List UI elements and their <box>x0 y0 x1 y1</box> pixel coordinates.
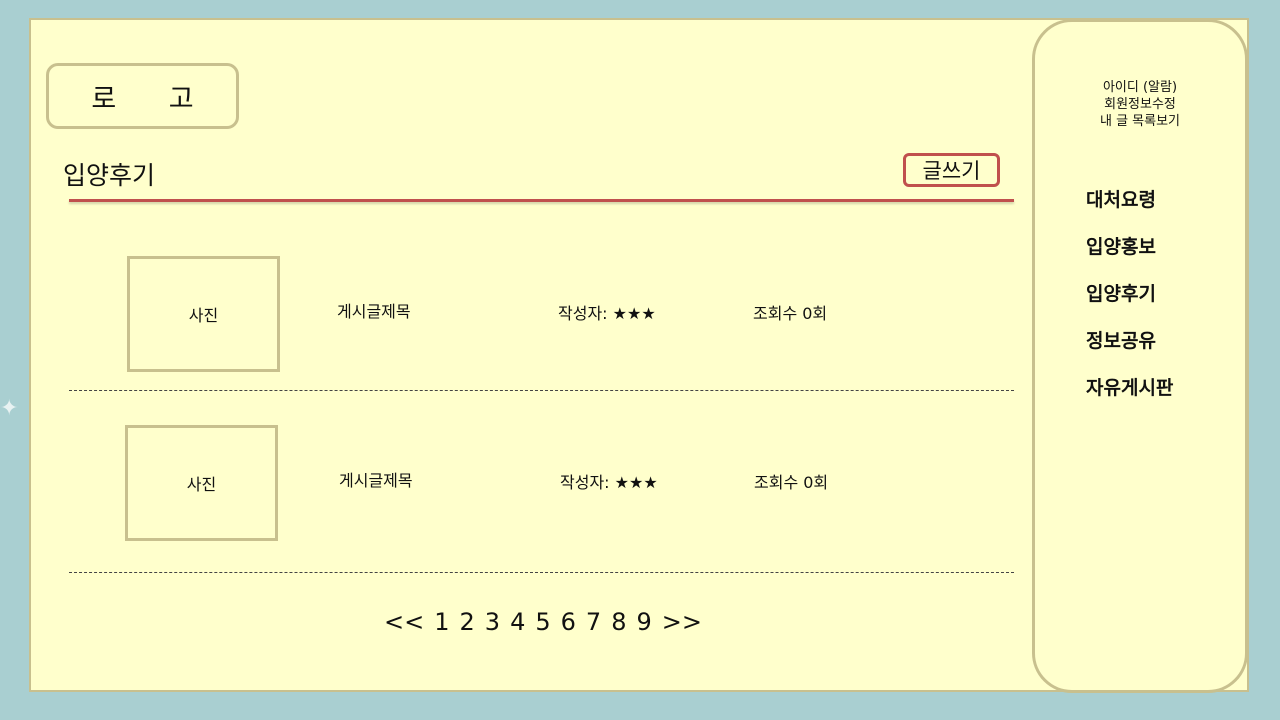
sidebar-item-free-board[interactable]: 자유게시판 <box>1086 373 1173 420</box>
sidebar-item-info-sharing[interactable]: 정보공유 <box>1086 326 1173 373</box>
page-link-8[interactable]: 8 <box>611 608 626 636</box>
row-divider <box>69 390 1014 391</box>
user-id-alarm-link[interactable]: 아이디 (알람) <box>1035 79 1245 96</box>
page-link-2[interactable]: 2 <box>460 608 475 636</box>
page-link-3[interactable]: 3 <box>485 608 500 636</box>
post-author: 작성자: ★★★ <box>560 473 658 492</box>
pagination: << 1 2 3 4 5 6 7 8 9 >> <box>384 608 702 636</box>
page-link-5[interactable]: 5 <box>535 608 550 636</box>
page-link-9[interactable]: 9 <box>636 608 651 636</box>
post-photo[interactable]: 사진 <box>127 256 280 372</box>
post-photo[interactable]: 사진 <box>125 425 278 541</box>
user-menu: 아이디 (알람) 회원정보수정 내 글 목록보기 <box>1035 79 1245 130</box>
post-views: 조회수 0회 <box>753 304 828 323</box>
post-list-item[interactable]: 사진 게시글제목 작성자: ★★★ 조회수 0회 <box>69 410 1014 560</box>
write-post-button[interactable]: 글쓰기 <box>903 153 1000 187</box>
row-divider <box>69 572 1014 573</box>
page-link-7[interactable]: 7 <box>586 608 601 636</box>
next-page-link[interactable]: >> <box>662 608 702 636</box>
page-canvas: 로 고 입양후기 글쓰기 사진 게시글제목 작성자: ★★★ 조회수 0회 사진… <box>29 18 1249 693</box>
edit-profile-link[interactable]: 회원정보수정 <box>1035 96 1245 113</box>
page-title: 입양후기 <box>63 161 156 190</box>
post-list-item[interactable]: 사진 게시글제목 작성자: ★★★ 조회수 0회 <box>69 240 1014 390</box>
sidebar-item-adoption-promo[interactable]: 입양홍보 <box>1086 232 1173 279</box>
my-posts-link[interactable]: 내 글 목록보기 <box>1035 113 1245 130</box>
sparkle-decoration: ✦ <box>0 396 19 421</box>
sidebar-item-adoption-reviews[interactable]: 입양후기 <box>1086 279 1173 326</box>
post-author: 작성자: ★★★ <box>558 304 656 323</box>
page-link-4[interactable]: 4 <box>510 608 525 636</box>
sidebar-item-response-guide[interactable]: 대처요령 <box>1086 185 1173 232</box>
page-link-1[interactable]: 1 <box>434 608 449 636</box>
post-title[interactable]: 게시글제목 <box>337 298 411 322</box>
post-title[interactable]: 게시글제목 <box>339 467 413 491</box>
logo[interactable]: 로 고 <box>46 63 239 129</box>
post-views: 조회수 0회 <box>754 473 829 492</box>
page-link-6[interactable]: 6 <box>561 608 576 636</box>
sidebar: 아이디 (알람) 회원정보수정 내 글 목록보기 대처요령 입양홍보 입양후기 … <box>1032 19 1248 693</box>
sidebar-nav: 대처요령 입양홍보 입양후기 정보공유 자유게시판 <box>1086 185 1173 420</box>
prev-page-link[interactable]: << <box>384 608 424 636</box>
title-divider <box>69 199 1014 202</box>
